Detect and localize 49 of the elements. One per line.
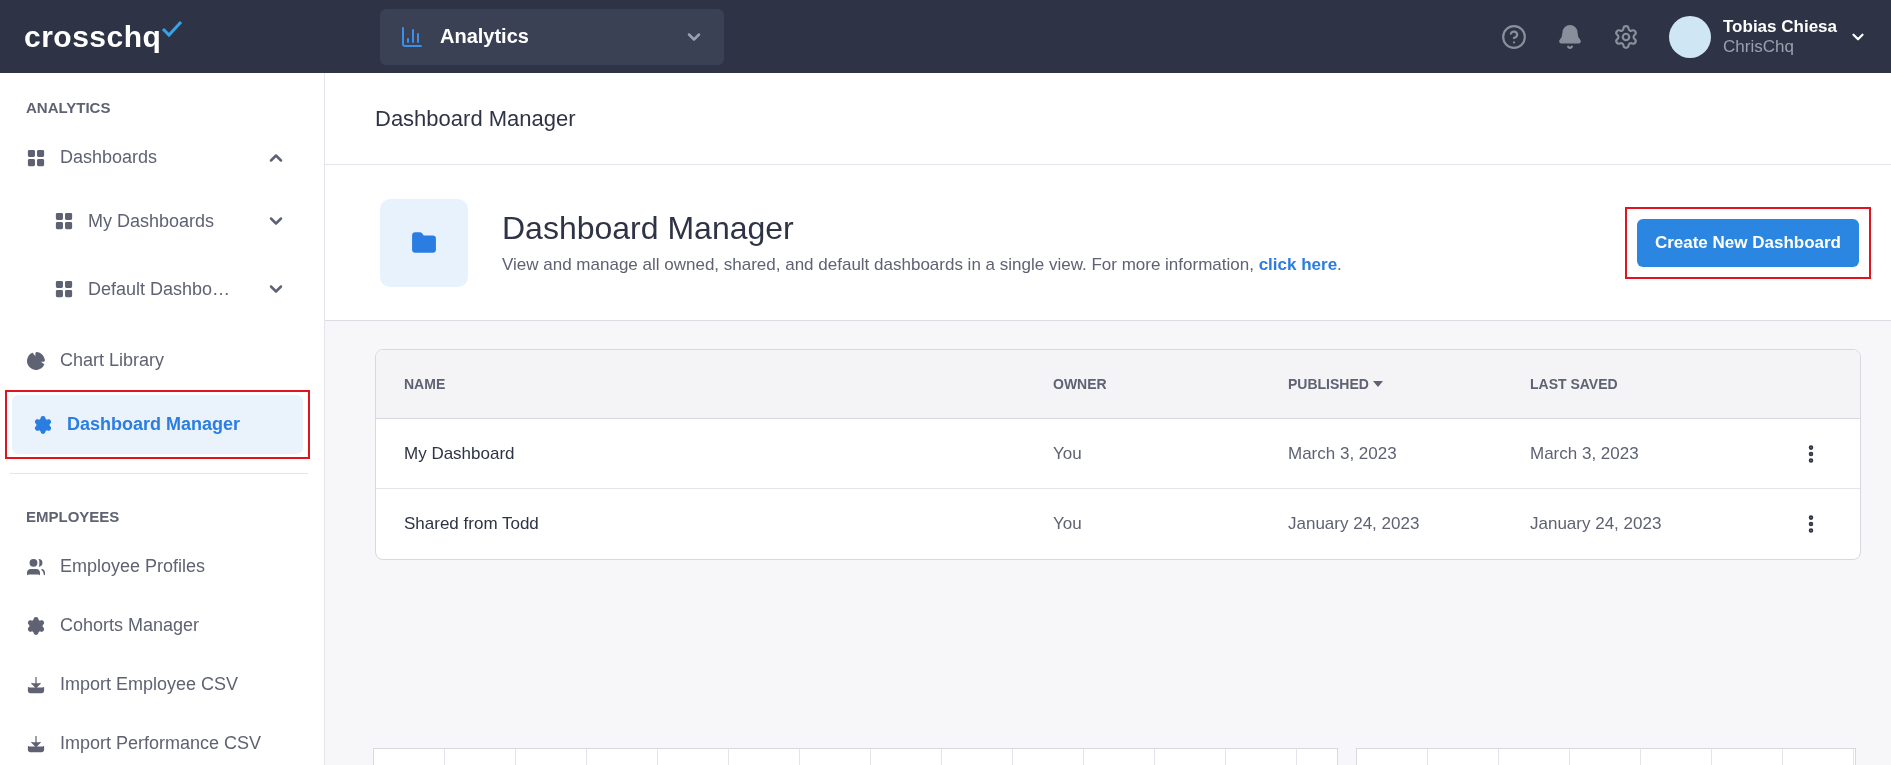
help-icon[interactable] (1501, 23, 1527, 50)
sidebar-item[interactable]: Cohorts Manager (0, 596, 310, 655)
create-dashboard-button[interactable]: Create New Dashboard (1636, 218, 1859, 267)
sidebar-item[interactable]: My Dashboards (0, 187, 310, 255)
sidebar-item[interactable]: Dashboards (0, 128, 310, 187)
users-icon (26, 556, 46, 577)
column-header[interactable]: LAST SAVED (1530, 376, 1800, 392)
section-heading: EMPLOYEES (25, 507, 121, 527)
grid-icon (54, 279, 74, 299)
table-cell-text: January 24, 2023 (1530, 514, 1663, 534)
page-title: Dashboard Manager (375, 105, 576, 132)
bell-icon[interactable] (1557, 23, 1583, 50)
settings-icon (26, 615, 46, 636)
sidebar-item[interactable]: Import Performance CSV (0, 714, 310, 765)
table-cell-text: Shared from Todd (404, 514, 540, 534)
column-header[interactable]: NAME (404, 376, 1053, 392)
checkmark-icon (161, 19, 184, 38)
bar-chart-icon (400, 24, 424, 49)
pie-icon (26, 350, 46, 371)
settings-icon[interactable] (1613, 23, 1639, 50)
account-name: ChrisChq (1723, 36, 1795, 57)
app-switcher[interactable]: Analytics (380, 8, 724, 65)
section-title: Dashboard Manager (502, 210, 795, 247)
table-cell-text: You (1053, 514, 1083, 534)
download-icon (26, 733, 46, 754)
table-cell-text: March 3, 2023 (1288, 443, 1398, 464)
column-header[interactable]: PUBLISHED (1288, 376, 1530, 392)
table-cell-text: March 3, 2023 (1530, 443, 1640, 464)
avatar[interactable] (1669, 15, 1711, 58)
sidebar-item[interactable]: Import Employee CSV (0, 655, 310, 714)
description: View and manage all owned, shared, and default dashboards in a single view. For more information, click here. (502, 255, 1343, 275)
grid-icon (54, 211, 74, 231)
download-icon (26, 674, 46, 695)
table-cell-text: January 24, 2023 (1288, 514, 1421, 534)
column-header[interactable]: OWNER (1053, 376, 1288, 392)
help-link[interactable]: click here (1258, 255, 1338, 274)
sidebar-item[interactable]: Dashboard Manager (12, 395, 303, 454)
section-heading: ANALYTICS (25, 98, 112, 118)
user-name: Tobias Chiesa (1723, 16, 1837, 37)
sidebar-item[interactable]: Employee Profiles (0, 537, 310, 596)
table-cell-text: You (1053, 443, 1083, 464)
sidebar-item[interactable]: Default Dashbo… (0, 255, 310, 323)
settings-icon (33, 414, 53, 435)
sidebar-item[interactable]: Chart Library (0, 331, 310, 390)
grid-icon (26, 147, 46, 168)
sort-caret-icon (1372, 381, 1383, 387)
table-cell-text: My Dashboard (404, 443, 516, 464)
folder-icon (411, 229, 437, 256)
logo: crosschq (24, 19, 162, 54)
